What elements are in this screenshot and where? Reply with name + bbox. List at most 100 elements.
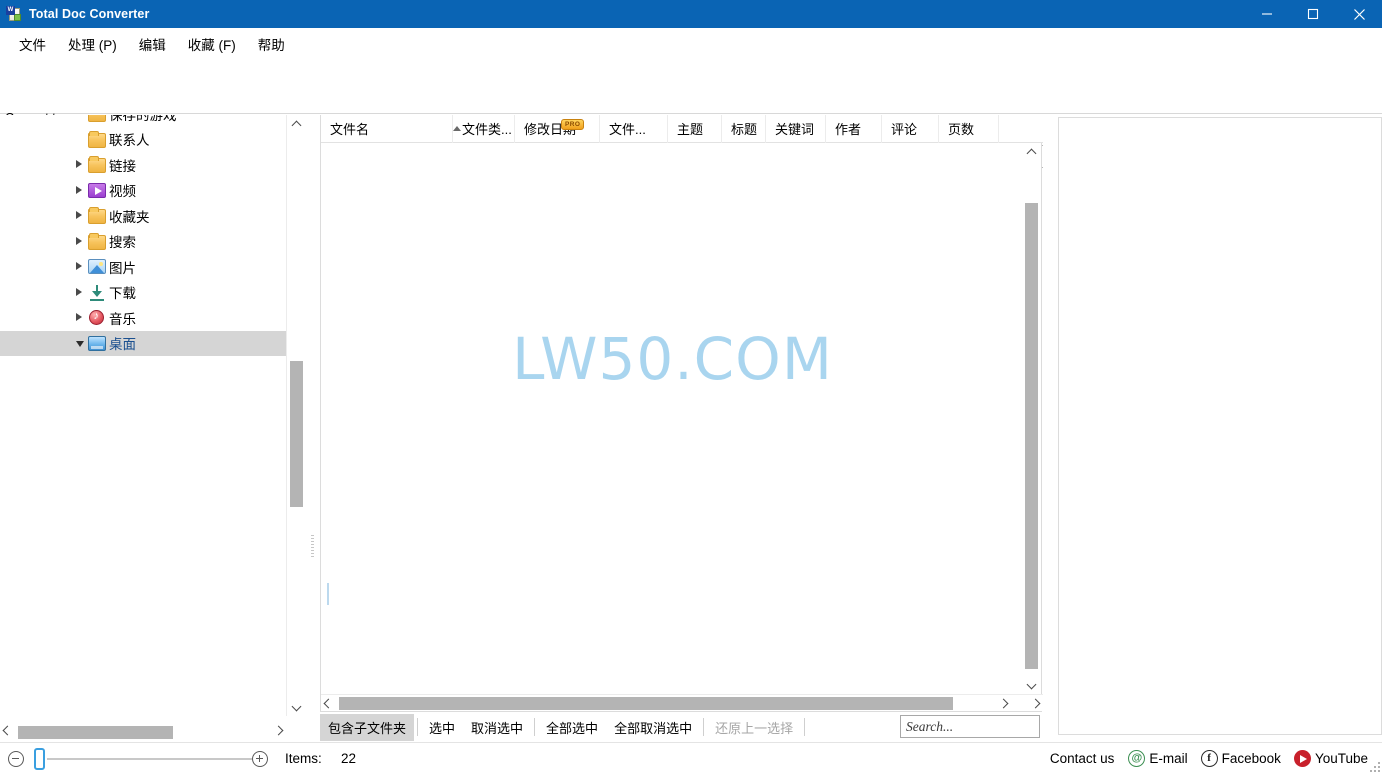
select-button[interactable]: 选中 <box>421 714 463 741</box>
tree-item-label: 音乐 <box>109 311 136 327</box>
tree-item-9[interactable]: 桌面 <box>0 330 286 356</box>
youtube-link[interactable]: YouTube <box>1293 750 1368 767</box>
sidebar-scroll-up-button[interactable] <box>287 115 306 132</box>
tree-expander[interactable] <box>76 313 82 321</box>
sidebar-horizontal-scrollbar[interactable] <box>0 722 286 742</box>
filelist-scroll-left-button[interactable] <box>321 695 339 712</box>
sidebar-scroll-right-button[interactable] <box>268 722 286 739</box>
tree-expander[interactable] <box>76 262 82 270</box>
column-label: 主题 <box>677 122 704 137</box>
tree-item-3[interactable]: 视频 <box>0 178 286 204</box>
email-link[interactable]: @ E-mail <box>1128 750 1188 767</box>
menu-file[interactable]: 文件 <box>8 30 57 58</box>
deselect-button[interactable]: 取消选中 <box>463 714 531 741</box>
tree-expander[interactable] <box>76 340 84 347</box>
column-header-4[interactable]: 主题 <box>668 114 722 143</box>
file-list-body[interactable]: LW50.COM <box>321 143 1024 694</box>
menu-favorites[interactable]: 收藏 (F) <box>177 30 247 58</box>
toolbar-divider <box>804 718 806 736</box>
tree-expander[interactable] <box>76 211 82 219</box>
filelist-scroll-right-button[interactable] <box>993 695 1011 712</box>
search-input[interactable]: Search... <box>900 715 1040 738</box>
file-list-vertical-scrollbar[interactable] <box>1022 143 1041 694</box>
tree-item-2[interactable]: 链接 <box>0 152 286 178</box>
tree-item-4[interactable]: 收藏夹 <box>0 203 286 229</box>
column-header-9[interactable]: 页数 <box>939 114 999 143</box>
zoom-slider-thumb[interactable] <box>34 748 45 770</box>
tree-item-label: 桌面 <box>109 337 136 353</box>
social-links: Contact us @ E-mail f Facebook YouTube <box>1050 750 1368 767</box>
resize-grip[interactable] <box>1368 760 1380 772</box>
column-label: 页数 <box>948 122 975 137</box>
tree-item-label: 视频 <box>109 184 136 200</box>
column-header-6[interactable]: 关键词 <box>766 114 826 143</box>
toolbar-divider <box>534 718 536 736</box>
sidebar-scroll-down-button[interactable] <box>287 699 306 716</box>
facebook-link[interactable]: f Facebook <box>1200 750 1281 767</box>
menu-edit[interactable]: 编辑 <box>128 30 177 58</box>
tree-expander[interactable] <box>76 160 82 168</box>
tree-item-6[interactable]: 图片 <box>0 254 286 280</box>
status-bar: Items: 22 Contact us @ E-mail f Facebook… <box>0 742 1382 774</box>
sidebar-scroll-left-button[interactable] <box>0 722 18 739</box>
column-header-5[interactable]: 标题 <box>722 114 766 143</box>
file-list-horizontal-scrollbar[interactable] <box>321 694 1043 711</box>
sidebar-scroll-thumb[interactable] <box>290 361 303 507</box>
column-label: 关键词 <box>775 122 815 137</box>
filelist-hscroll-thumb[interactable] <box>339 697 953 710</box>
column-label: 文件... <box>609 122 646 137</box>
folder-icon <box>88 115 106 122</box>
close-button[interactable] <box>1336 0 1382 28</box>
folder-tree[interactable]: 保存的游戏联系人链接视频收藏夹搜索图片下载音乐桌面 <box>0 115 286 716</box>
right-splitter[interactable] <box>1043 115 1058 742</box>
sidebar-hscroll-thumb[interactable] <box>18 726 173 739</box>
column-header-2[interactable]: 修改日期 <box>515 114 600 143</box>
email-icon: @ <box>1128 750 1146 767</box>
zoom-in-icon[interactable] <box>252 750 268 767</box>
tree-expander[interactable] <box>76 236 82 245</box>
tree-item-label: 图片 <box>109 260 136 276</box>
column-header-3[interactable]: 文件... <box>600 114 668 143</box>
minimize-button[interactable] <box>1244 0 1290 28</box>
youtube-label: YouTube <box>1314 751 1368 766</box>
preview-panel[interactable] <box>1058 117 1382 735</box>
column-header-7[interactable]: 作者 <box>826 114 882 143</box>
maximize-button[interactable] <box>1290 0 1336 28</box>
tree-item-8[interactable]: 音乐 <box>0 305 286 331</box>
tree-item-label: 下载 <box>109 286 136 302</box>
column-label: 作者 <box>835 122 862 137</box>
include-subfolders-button[interactable]: 包含子文件夹 <box>320 713 415 741</box>
column-label: 文件名 <box>330 122 370 137</box>
menu-help[interactable]: 帮助 <box>247 30 296 58</box>
filelist-scroll-up-button[interactable] <box>1022 143 1041 160</box>
tree-item-label: 链接 <box>109 158 136 174</box>
column-header-8[interactable]: 评论 <box>882 114 939 143</box>
desktop-icon <box>88 335 106 351</box>
sidebar-vertical-scrollbar[interactable] <box>286 115 305 716</box>
menu-bar: 文件 处理 (P) 编辑 收藏 (F) 帮助 <box>0 28 1382 59</box>
tree-item-7[interactable]: 下载 <box>0 280 286 306</box>
download-icon <box>88 284 106 301</box>
zoom-slider-track[interactable] <box>47 758 252 760</box>
items-count: 22 <box>341 751 357 766</box>
menu-process[interactable]: 处理 (P) <box>57 30 128 58</box>
column-header-0[interactable]: 文件名 <box>321 114 453 143</box>
pro-badge: PRO <box>561 119 585 130</box>
tree-expander[interactable] <box>76 287 82 296</box>
filelist-scroll-end-button[interactable] <box>1026 692 1042 714</box>
select-all-button[interactable]: 全部选中 <box>538 714 606 741</box>
left-splitter[interactable] <box>305 115 320 742</box>
column-label: 评论 <box>891 122 918 137</box>
tree-item-5[interactable]: 搜索 <box>0 229 286 255</box>
tree-expander[interactable] <box>76 185 82 194</box>
deselect-all-button[interactable]: 全部取消选中 <box>606 714 700 741</box>
filelist-scroll-thumb[interactable] <box>1025 203 1038 669</box>
folder-icon <box>88 232 106 250</box>
tree-item-0[interactable]: 保存的游戏 <box>0 115 286 127</box>
folder-icon <box>88 156 106 173</box>
zoom-out-icon[interactable] <box>8 750 24 767</box>
tree-item-1[interactable]: 联系人 <box>0 127 286 153</box>
tree-item-label: 搜索 <box>109 235 136 251</box>
column-header-1[interactable]: 文件类... <box>453 114 515 143</box>
sort-ascending-icon <box>453 126 461 131</box>
